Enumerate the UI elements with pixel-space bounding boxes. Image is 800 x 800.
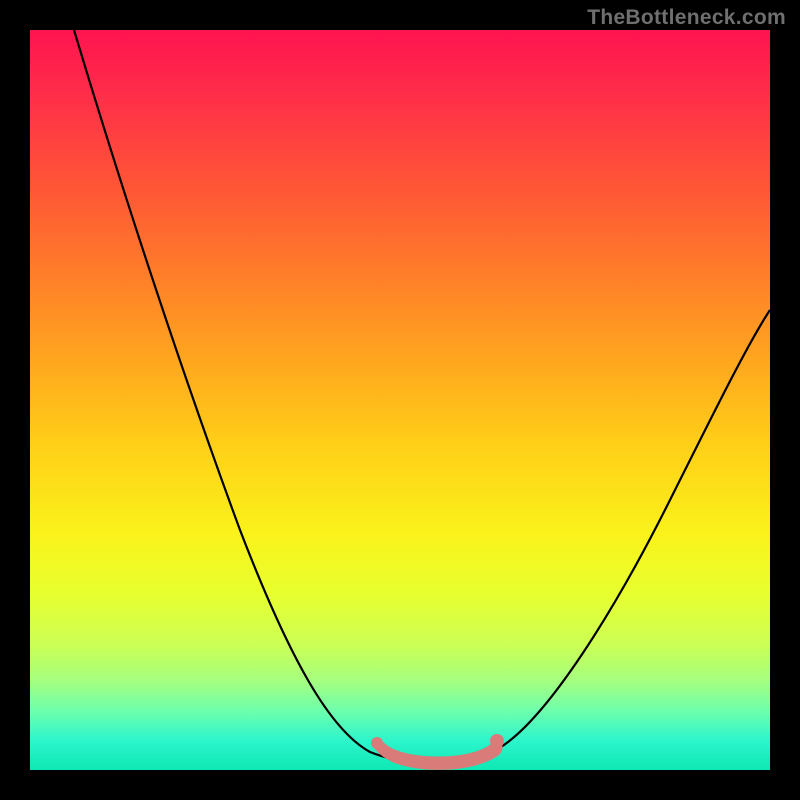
chart-frame xyxy=(30,30,770,770)
chart-overlay xyxy=(30,30,770,770)
bottleneck-curve-line xyxy=(74,30,770,764)
watermark-text: TheBottleneck.com xyxy=(587,6,786,30)
tolerance-dot-left xyxy=(371,737,383,749)
tolerance-dot-right xyxy=(490,734,504,748)
tolerance-band xyxy=(376,740,502,768)
